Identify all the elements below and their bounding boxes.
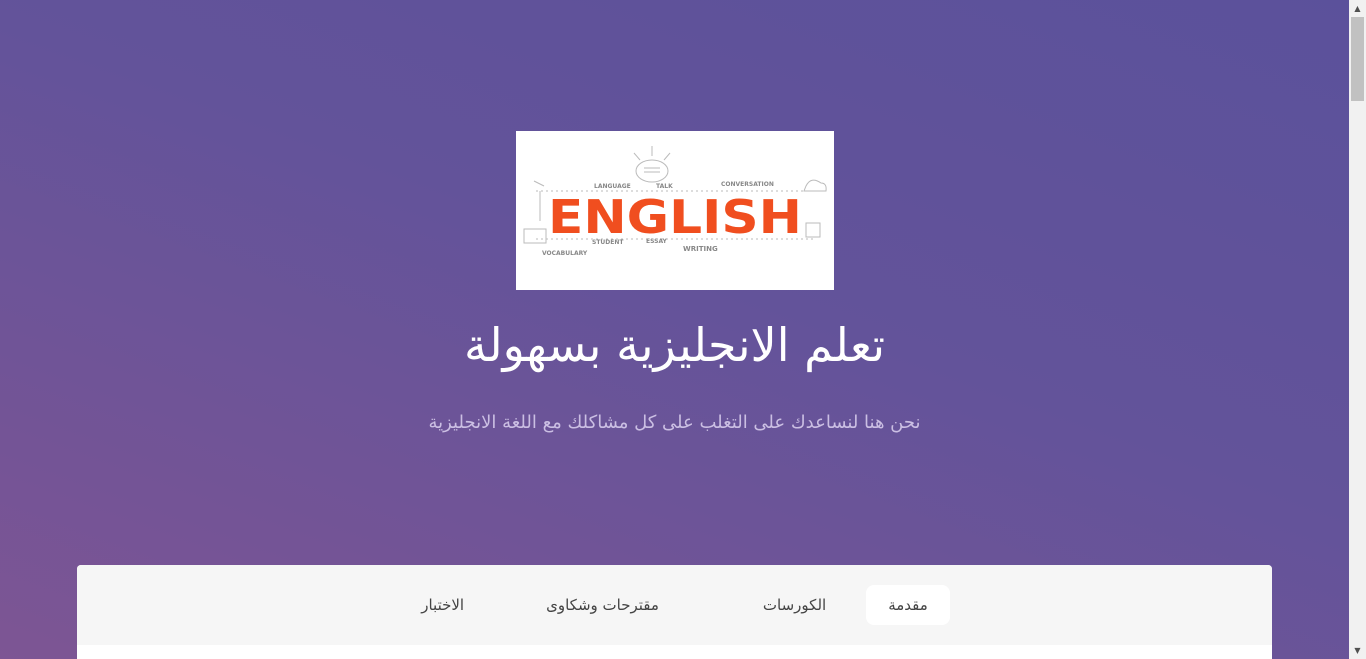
page: LANGUAGE TALK CONVERSATION STUDENT ESSAY WR… bbox=[0, 0, 1349, 659]
english-illustration: LANGUAGE TALK CONVERSATIONSTUDENT ESSAYWR… bbox=[523, 146, 827, 257]
page-subtitle: نحن هنا لنساعدك على التغلب على كل مشاكلك… bbox=[428, 412, 921, 433]
tab-intro[interactable]: مقدمة bbox=[866, 585, 950, 625]
svg-text:VOCABULARY: VOCABULARY bbox=[542, 250, 588, 257]
svg-text:TALK: TALK bbox=[656, 183, 673, 190]
tab-quiz[interactable]: الاختبار bbox=[399, 585, 486, 625]
svg-text:LANGUAGE: LANGUAGE bbox=[594, 183, 631, 190]
scrollbar-thumb[interactable] bbox=[1351, 17, 1364, 101]
tab-suggestions[interactable]: مقترحات وشكاوى bbox=[524, 585, 681, 625]
tab-courses[interactable]: الكورسات bbox=[741, 585, 848, 625]
vertical-scrollbar[interactable]: ▲ ▼ bbox=[1349, 0, 1366, 659]
scroll-down-icon[interactable]: ▼ bbox=[1349, 642, 1366, 659]
english-logo-image: LANGUAGE TALK CONVERSATION STUDENT ESSAY WR… bbox=[516, 131, 834, 290]
english-logo-text: ENGLISH bbox=[548, 190, 802, 244]
svg-text:WRITING: WRITING bbox=[683, 245, 718, 253]
svg-text:CONVERSATION: CONVERSATION bbox=[721, 181, 774, 188]
page-title: تعلم الانجليزية بسهولة bbox=[463, 318, 886, 372]
scroll-up-icon[interactable]: ▲ bbox=[1349, 0, 1366, 17]
tab-bar: مقدمة الكورسات مقترحات وشكاوى الاختبار bbox=[77, 565, 1272, 645]
content-card: مقدمة الكورسات مقترحات وشكاوى الاختبار bbox=[77, 565, 1272, 659]
